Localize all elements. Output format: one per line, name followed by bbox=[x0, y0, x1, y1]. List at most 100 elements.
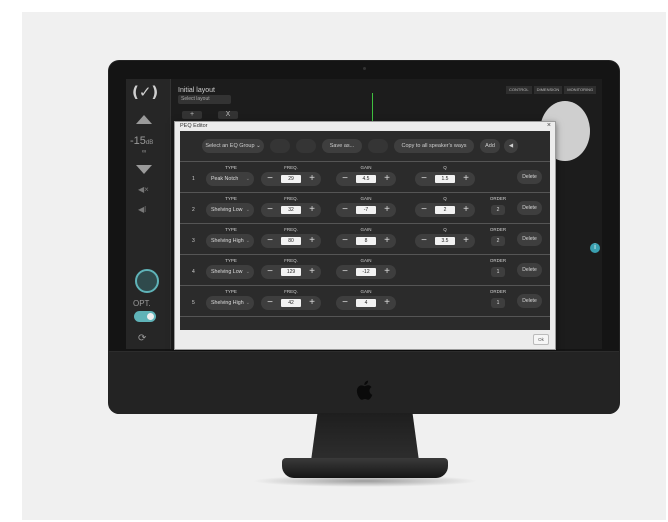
q-decrease-button[interactable]: − bbox=[417, 203, 431, 217]
freq-decrease-button[interactable]: − bbox=[263, 234, 277, 248]
freq-header: FREQ. bbox=[284, 196, 298, 201]
q-value[interactable]: 2 bbox=[435, 206, 455, 214]
freq-decrease-button[interactable]: − bbox=[263, 172, 277, 186]
freq-increase-button[interactable]: + bbox=[305, 203, 319, 217]
toolbar-blank-button-3[interactable] bbox=[368, 139, 388, 153]
remove-layout-button[interactable]: X bbox=[218, 111, 238, 119]
q-value[interactable]: 3.5 bbox=[435, 237, 455, 245]
order-select[interactable]: 2 bbox=[491, 236, 505, 246]
freq-value[interactable]: 42 bbox=[281, 299, 301, 307]
delete-button[interactable]: Delete bbox=[517, 201, 542, 215]
add-button[interactable]: Add bbox=[480, 139, 500, 153]
freq-header: FREQ. bbox=[284, 165, 298, 170]
mute-icon[interactable]: ◀× bbox=[138, 185, 149, 194]
q-decrease-button[interactable]: − bbox=[417, 234, 431, 248]
knob-icon[interactable] bbox=[135, 269, 159, 293]
gain-value[interactable]: 4.5 bbox=[356, 175, 376, 183]
delete-button[interactable]: Delete bbox=[517, 232, 542, 246]
gain-value[interactable]: 8 bbox=[356, 237, 376, 245]
type-select[interactable]: Shelving Low ⌄ bbox=[206, 265, 254, 279]
opt-toggle[interactable] bbox=[134, 311, 156, 322]
gain-decrease-button[interactable]: − bbox=[338, 203, 352, 217]
gain-value[interactable]: -12 bbox=[356, 268, 376, 276]
close-icon[interactable]: × bbox=[547, 122, 551, 129]
type-select[interactable]: Shelving Low ⌄ bbox=[206, 203, 254, 217]
row-number: 2 bbox=[192, 207, 195, 213]
q-value[interactable]: 1.5 bbox=[435, 175, 455, 183]
gain-decrease-button[interactable]: − bbox=[338, 265, 352, 279]
type-header: TYPE bbox=[225, 227, 237, 232]
freq-decrease-button[interactable]: − bbox=[263, 203, 277, 217]
gain-increase-button[interactable]: + bbox=[380, 203, 394, 217]
q-increase-button[interactable]: + bbox=[459, 172, 473, 186]
delete-button[interactable]: Delete bbox=[517, 263, 542, 277]
type-select[interactable]: Shelving High ⌄ bbox=[206, 234, 254, 248]
toolbar-blank-button-2[interactable] bbox=[296, 139, 316, 153]
order-select[interactable]: 2 bbox=[491, 205, 505, 215]
gain-header: GAIN bbox=[360, 289, 372, 294]
q-decrease-button[interactable]: − bbox=[417, 172, 431, 186]
tab-monitoring[interactable]: MONITORING bbox=[564, 86, 597, 94]
gain-decrease-button[interactable]: − bbox=[338, 296, 352, 310]
volume-down-icon[interactable] bbox=[136, 165, 152, 174]
type-header: TYPE bbox=[225, 196, 237, 201]
freq-value[interactable]: 129 bbox=[281, 268, 301, 276]
type-select[interactable]: Shelving High ⌄ bbox=[206, 296, 254, 310]
ok-button[interactable]: Ok bbox=[533, 334, 549, 345]
gain-header: GAIN bbox=[360, 165, 372, 170]
type-select[interactable]: Peak Notch ⌄ bbox=[206, 172, 254, 186]
freq-value[interactable]: 29 bbox=[281, 175, 301, 183]
copy-to-all-button[interactable]: Copy to all speaker's ways bbox=[394, 139, 474, 153]
gain-stepper: − -12 + bbox=[336, 265, 396, 279]
gain-increase-button[interactable]: + bbox=[380, 265, 394, 279]
q-stepper: − 1.5 + bbox=[415, 172, 475, 186]
eq-group-select[interactable]: Select an EQ Group ⌄ bbox=[202, 139, 264, 153]
gain-increase-button[interactable]: + bbox=[380, 296, 394, 310]
order-select[interactable]: 1 bbox=[491, 298, 505, 308]
add-layout-button[interactable]: + bbox=[182, 111, 202, 119]
layout-select[interactable]: Select layout bbox=[178, 95, 231, 104]
freq-value[interactable]: 80 bbox=[281, 237, 301, 245]
freq-stepper: − 29 + bbox=[261, 172, 321, 186]
refresh-icon[interactable]: ⟳ bbox=[138, 333, 146, 344]
stand-shadow bbox=[252, 475, 478, 487]
gain-value[interactable]: 4 bbox=[356, 299, 376, 307]
q-header: Q bbox=[443, 196, 447, 201]
volume-value: -15dB bbox=[130, 135, 154, 147]
dialog-toolbar: Select an EQ Group ⌄ Save as... Copy to … bbox=[180, 131, 550, 162]
freq-increase-button[interactable]: + bbox=[305, 234, 319, 248]
tab-control[interactable]: CONTROL bbox=[506, 86, 532, 94]
gain-decrease-button[interactable]: − bbox=[338, 172, 352, 186]
gain-value[interactable]: -7 bbox=[356, 206, 376, 214]
gain-increase-button[interactable]: + bbox=[380, 172, 394, 186]
speaker-level-icon[interactable]: ◀ǀ bbox=[138, 205, 146, 214]
volume-up-icon[interactable] bbox=[136, 115, 152, 124]
q-increase-button[interactable]: + bbox=[459, 203, 473, 217]
speaker-icon[interactable]: ◀ bbox=[504, 139, 518, 153]
freq-increase-button[interactable]: + bbox=[305, 265, 319, 279]
imac-stand-neck bbox=[311, 413, 419, 461]
q-stepper: − 2 + bbox=[415, 203, 475, 217]
save-as-button[interactable]: Save as... bbox=[322, 139, 362, 153]
delete-button[interactable]: Delete bbox=[517, 170, 542, 184]
row-number: 3 bbox=[192, 238, 195, 244]
toolbar-blank-button-1[interactable] bbox=[270, 139, 290, 153]
info-icon[interactable]: i bbox=[590, 243, 600, 253]
tab-dimension[interactable]: DIMENSION bbox=[533, 86, 563, 94]
q-stepper: − 3.5 + bbox=[415, 234, 475, 248]
freq-decrease-button[interactable]: − bbox=[263, 296, 277, 310]
left-control-panel: (✓) -15dB ∞ ◀× ◀ǀ OPT. ⟳ bbox=[126, 79, 171, 349]
row-number: 5 bbox=[192, 300, 195, 306]
order-select[interactable]: 1 bbox=[491, 267, 505, 277]
delete-button[interactable]: Delete bbox=[517, 294, 542, 308]
gain-increase-button[interactable]: + bbox=[380, 234, 394, 248]
order-header: ORDER bbox=[489, 196, 507, 201]
filter-row: 3 TYPE Shelving High ⌄ FREQ. − 80 + GAIN … bbox=[180, 224, 550, 255]
freq-header: FREQ. bbox=[284, 227, 298, 232]
freq-increase-button[interactable]: + bbox=[305, 172, 319, 186]
gain-decrease-button[interactable]: − bbox=[338, 234, 352, 248]
freq-value[interactable]: 32 bbox=[281, 206, 301, 214]
freq-decrease-button[interactable]: − bbox=[263, 265, 277, 279]
q-increase-button[interactable]: + bbox=[459, 234, 473, 248]
freq-increase-button[interactable]: + bbox=[305, 296, 319, 310]
